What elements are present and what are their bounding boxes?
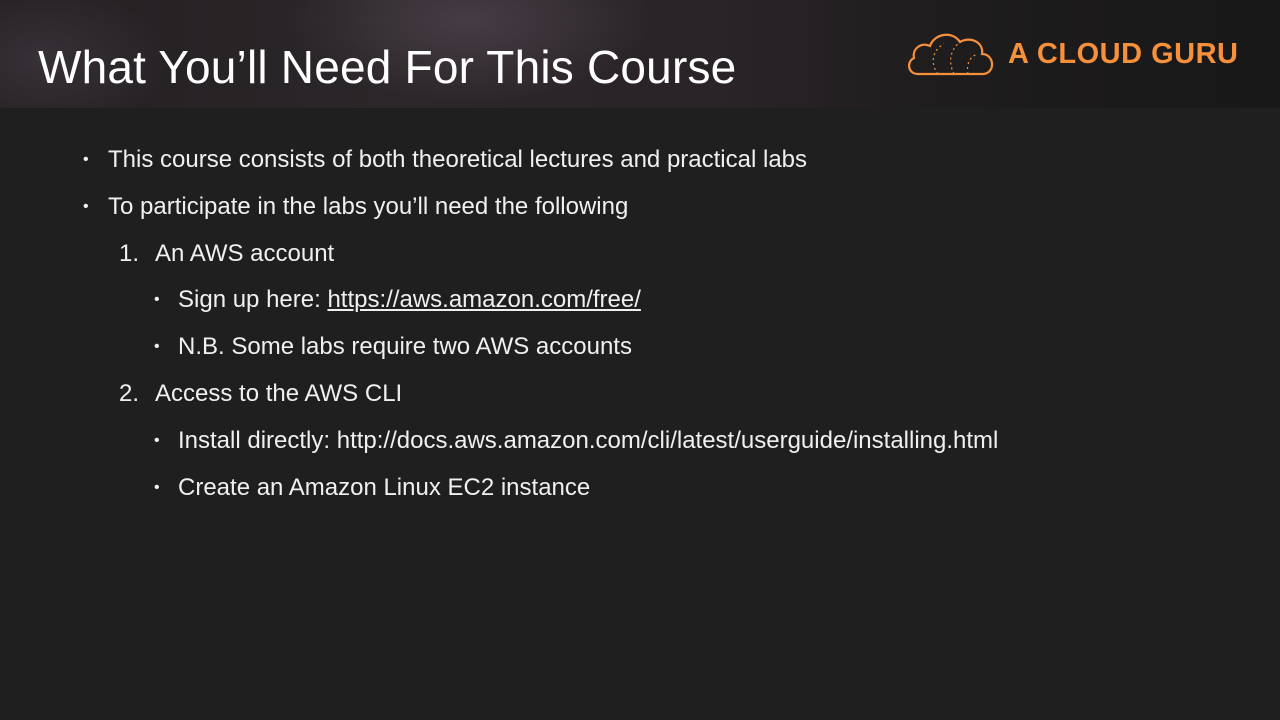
brand-logo: A CLOUD GURU xyxy=(904,28,1244,84)
step-number: 2. xyxy=(119,380,140,407)
aws-free-signup-link[interactable]: https://aws.amazon.com/free/ xyxy=(327,286,640,313)
two-accounts-note: N.B. Some labs require two AWS accounts xyxy=(178,333,632,360)
bullet-course-content: This course consists of both theoretical… xyxy=(108,146,808,173)
bullet-dot: • xyxy=(83,198,89,215)
step-number: 1. xyxy=(119,240,140,267)
cli-install-instructions: Install directly: http://docs.aws.amazon… xyxy=(178,427,999,454)
brand-name: A CLOUD GURU xyxy=(1008,38,1239,70)
slide-title: What You’ll Need For This Course xyxy=(38,41,737,93)
bullet-dot: • xyxy=(154,479,160,496)
slide-header: What You’ll Need For This Course A CLOUD… xyxy=(0,0,1280,108)
signup-prefix: Sign up here: xyxy=(178,286,328,313)
bullet-dot: • xyxy=(154,291,160,308)
bullet-lab-requirements: To participate in the labs you’ll need t… xyxy=(108,193,629,220)
cloud-logo-icon xyxy=(908,33,994,76)
ec2-instance-option: Create an Amazon Linux EC2 instance xyxy=(178,474,591,501)
bullet-dot: • xyxy=(154,338,160,355)
bullet-dot: • xyxy=(154,432,160,449)
step-aws-cli: Access to the AWS CLI xyxy=(155,380,403,407)
signup-line: Sign up here: https://aws.amazon.com/fre… xyxy=(178,285,641,315)
bullet-dot: • xyxy=(83,151,89,168)
step-aws-account: An AWS account xyxy=(155,240,335,267)
